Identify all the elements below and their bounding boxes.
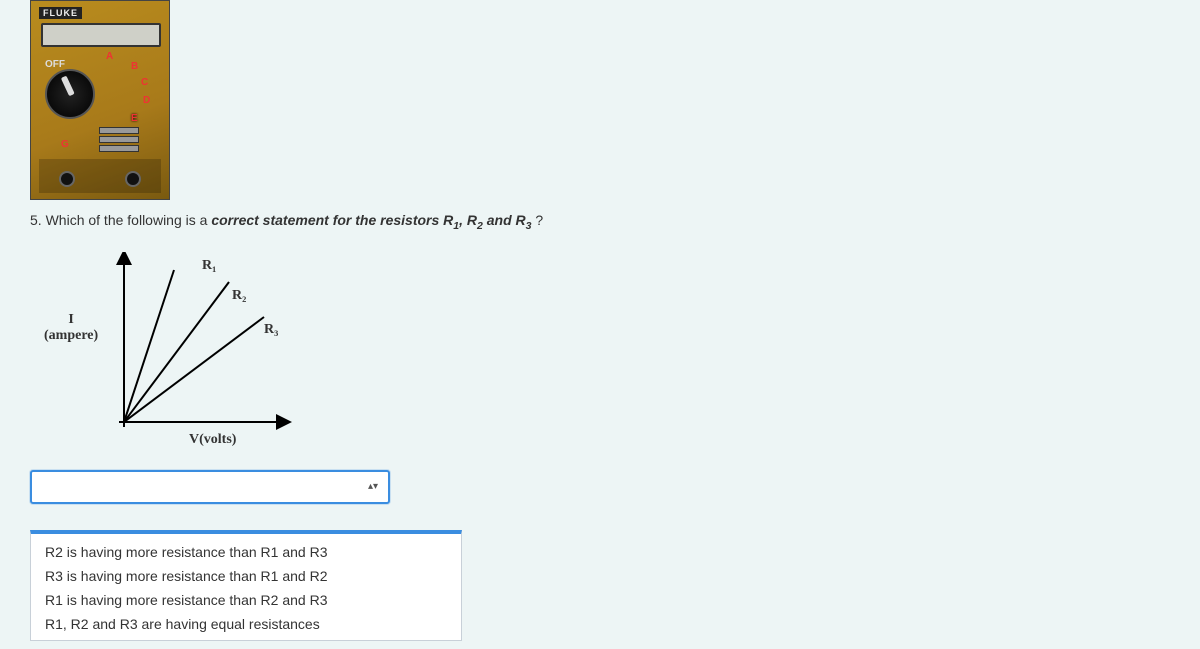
multimeter-photo: FLUKE OFF A B C D E G [30,0,170,200]
dial-label-e: E [131,113,138,124]
port-black [59,171,75,187]
question-lead: Which of the following is a [46,212,212,228]
multimeter-buttons [99,127,139,152]
line-label-r1: R₁ [202,258,216,274]
question-emphasis: correct statement for the resistors R1, … [211,212,535,228]
line-label-r3: R₃ [264,322,278,338]
option-r2-more[interactable]: R2 is having more resistance than R1 and… [31,540,461,564]
multimeter-port-area [39,159,161,193]
dial-label-a: A [106,51,113,62]
answer-dropdown[interactable]: ▴▾ [30,470,390,504]
line-label-r2: R₂ [232,288,246,304]
option-equal[interactable]: R1, R2 and R3 are having equal resistanc… [31,612,461,636]
multimeter-screen [41,23,161,47]
port-red [125,171,141,187]
multimeter-dial [45,69,95,119]
dial-label-g: G [61,139,69,150]
question-tail: ? [535,212,543,228]
option-r3-more[interactable]: R3 is having more resistance than R1 and… [31,564,461,588]
chevron-updown-icon: ▴▾ [368,481,378,492]
question-number: 5. [30,212,42,228]
y-axis-label: I (ampere) [44,312,98,344]
dial-label-b: B [131,61,138,72]
dial-label-d: D [143,95,150,106]
option-r1-more[interactable]: R1 is having more resistance than R2 and… [31,588,461,612]
dial-label-c: C [141,77,148,88]
dropdown-options-panel: R2 is having more resistance than R1 and… [30,530,462,641]
dial-label-off: OFF [45,59,65,70]
question-text: 5. Which of the following is a correct s… [30,212,1170,232]
iv-graph: I (ampere) R₁ R₂ R₃ V(volts) [54,252,324,452]
x-axis-label: V(volts) [189,432,236,448]
graph-svg [114,252,294,432]
multimeter-brand: FLUKE [39,7,82,19]
